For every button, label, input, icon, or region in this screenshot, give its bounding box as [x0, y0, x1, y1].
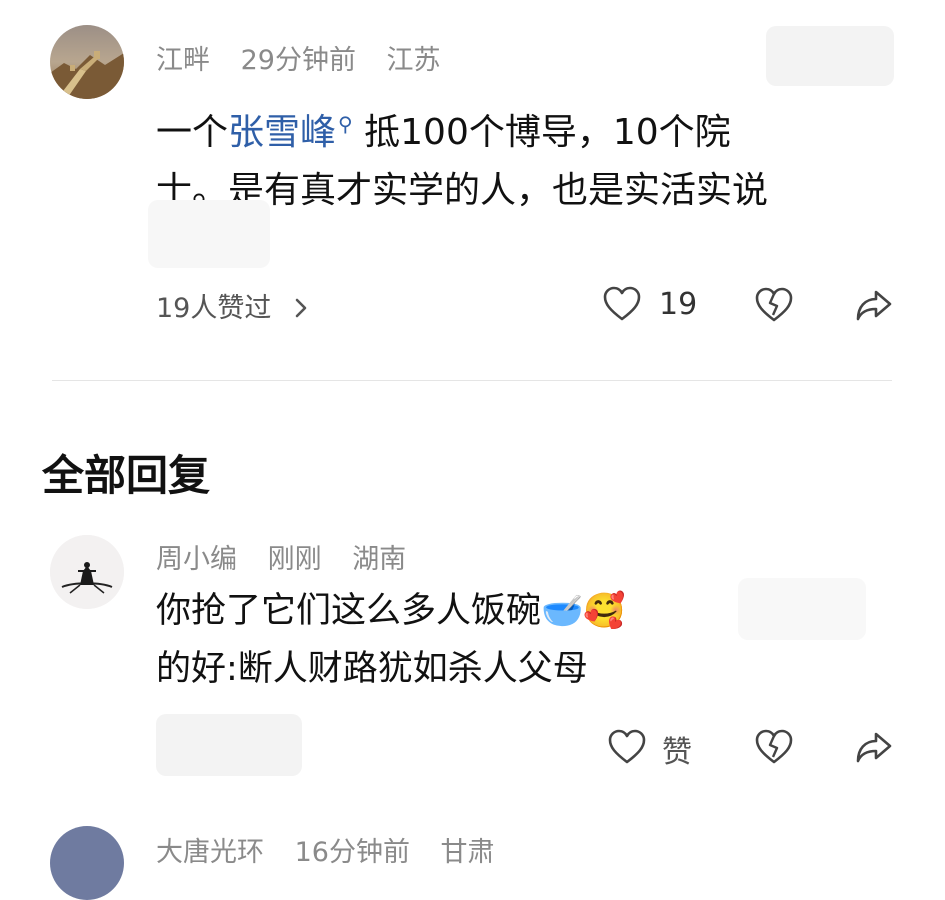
share-arrow-icon [856, 290, 892, 321]
avatar-replier[interactable] [50, 535, 124, 609]
reply-like-button[interactable] [607, 728, 651, 768]
reply-image-placeholder [156, 714, 302, 776]
next-location: 甘肃 [440, 837, 495, 868]
reply-dislike-button[interactable] [754, 728, 794, 768]
avatar-next-commenter[interactable] [50, 826, 124, 900]
section-title-all-replies: 全部回复 [42, 451, 211, 500]
reply-author-name[interactable]: 周小编 [156, 544, 237, 575]
broken-heart-icon [755, 287, 793, 322]
comment-text-rest: 抵100个博导，10个院 [364, 112, 731, 153]
reply-text-line2: 的好:断人财路犹如杀人父母 [156, 649, 588, 689]
smiling-face-emoji: 🥰 [583, 591, 626, 631]
heart-outline-icon [603, 286, 641, 321]
reply-like-label: 赞 [662, 735, 692, 770]
comment-text-prefix: 一个 [156, 112, 229, 153]
likers-link[interactable]: 19人赞过 [156, 286, 308, 325]
reply-text-line1: 你抢了它们这么多人饭碗 [156, 591, 542, 631]
reply-location: 湖南 [352, 544, 407, 575]
author-name[interactable]: 江畔 [156, 45, 210, 76]
reply-line-1: 你抢了它们这么多人饭碗🥣🥰 [156, 582, 876, 640]
reply-timestamp: 刚刚 [267, 544, 322, 575]
avatar-commenter[interactable] [50, 25, 124, 99]
chevron-right-icon [285, 293, 308, 324]
location: 江苏 [386, 45, 441, 76]
share-button[interactable] [854, 287, 894, 325]
next-timestamp: 16分钟前 [294, 837, 410, 868]
heart-outline-icon [608, 729, 646, 764]
mention-link[interactable]: 张雪峰 [228, 112, 336, 153]
like-button[interactable] [602, 285, 646, 327]
share-arrow-icon [856, 732, 892, 763]
great-wall-avatar-image [50, 25, 124, 99]
reply-share-button[interactable] [854, 729, 894, 767]
scrollbar-track [934, 0, 945, 780]
next-author-name[interactable]: 大唐光环 [156, 837, 264, 868]
broken-heart-icon [755, 729, 793, 764]
figure-avatar-image [50, 535, 124, 609]
timestamp: 29分钟前 [240, 45, 356, 76]
bowl-emoji: 🥣 [541, 591, 584, 631]
reply-meta: 周小编 刚刚 湖南 [156, 537, 428, 576]
image-placeholder [148, 200, 270, 268]
like-count: 19 [659, 287, 698, 322]
dislike-button[interactable] [754, 286, 794, 326]
search-icon[interactable]: ⚲ [338, 112, 353, 136]
comment-line-1: 一个张雪峰 ⚲ 抵100个博导，10个院 [156, 95, 876, 162]
likers-text: 19人赞过 [156, 293, 272, 324]
next-comment-meta: 大唐光环 16分钟前 甘肃 [156, 830, 517, 869]
comment-meta: 江畔 29分钟前 江苏 [156, 38, 463, 77]
reply-body: 你抢了它们这么多人饭碗🥣🥰 的好:断人财路犹如杀人父母 [156, 582, 876, 698]
divider [52, 380, 892, 381]
follow-button-placeholder[interactable] [766, 26, 894, 86]
